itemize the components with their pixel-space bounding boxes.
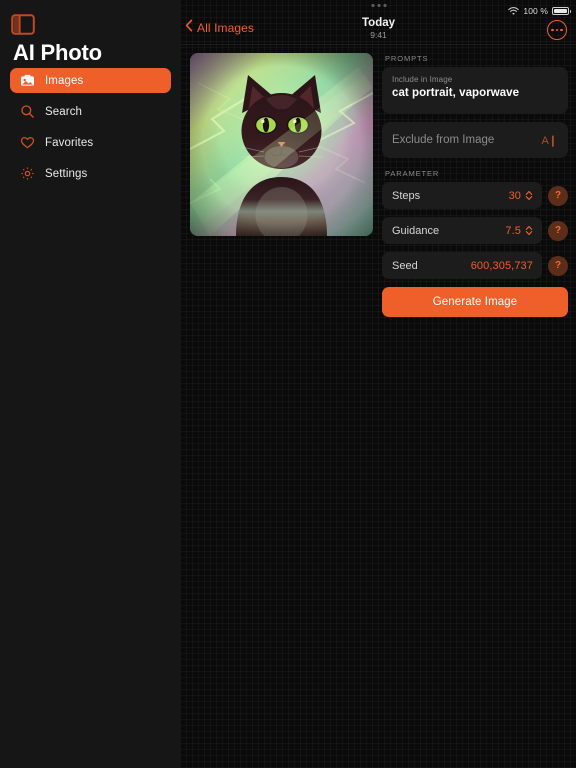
guidance-value: 7.5 [505,224,521,237]
nav-title: Today [361,17,396,29]
include-prompt-caption: Include in Image [392,75,453,84]
steps-value-group: 30 [509,190,533,202]
search-icon [19,104,35,120]
steps-label: Steps [392,189,421,202]
nav-subtitle: 9:41 [370,30,387,40]
back-to-all-images-button[interactable]: All Images [185,19,254,37]
sidebar-toggle-glyph [11,14,35,35]
parameter-section-label: PARAMETER [385,169,440,178]
prompts-section-label: PROMPTS [385,54,429,63]
seed-control[interactable]: Seed 600,305,737 [382,252,542,279]
nav-title-group: Today 9:41 [362,17,395,41]
steps-stepper-icon[interactable] [525,190,533,201]
back-button-label: All Images [197,21,255,35]
battery-icon [552,7,571,15]
guidance-stepper-icon[interactable] [525,225,533,236]
nav-bar: All Images Today 9:41 [181,16,576,44]
sidebar-nav: Images Search Favorites Settings [10,68,171,186]
preview-artwork [190,53,373,236]
inspector-panel: PROMPTS Include in Image cat portrait, v… [382,53,568,317]
sidebar-item-label: Images [45,74,84,87]
steps-control[interactable]: Steps 30 [382,182,542,209]
page-title: AI Photo [13,40,102,65]
seed-help-button[interactable]: ? [548,255,568,276]
generate-image-label: Generate Image [432,296,518,308]
exclude-prompt-placeholder: Exclude from Image [392,134,495,146]
sidebar: AI Photo Images Search Favorites Setting… [0,0,181,768]
content-area: PROMPTS Include in Image cat portrait, v… [181,45,576,317]
sidebar-item-label: Favorites [45,136,94,149]
include-prompt-value: cat portrait, vaporwave [392,87,520,99]
guidance-value-group: 7.5 [505,225,533,237]
exclude-prompt-field[interactable]: Exclude from Image A❙ [382,122,568,158]
sidebar-toggle-icon[interactable] [11,14,35,35]
main-content: 100 % All Images Today 9:41 PROMPTS Incl… [181,0,576,768]
seed-value: 600,305,737 [470,259,533,272]
status-bar: 100 % [181,0,576,16]
seed-label: Seed [392,259,418,272]
sidebar-item-label: Settings [45,167,88,180]
sidebar-item-label: Search [45,105,83,118]
guidance-label: Guidance [392,224,440,237]
sidebar-item-favorites[interactable]: Favorites [10,130,171,155]
parameter-row-steps: Steps 30 ? [382,182,568,209]
guidance-control[interactable]: Guidance 7.5 [382,217,542,244]
battery-percent-label: 100 % [523,6,548,16]
text-cursor-icon[interactable]: A❙ [541,134,557,147]
include-prompt-field[interactable]: Include in Image cat portrait, vaporwave [382,67,568,114]
app-root: AI Photo Images Search Favorites Setting… [0,0,576,768]
heart-icon [19,135,35,151]
parameter-row-seed: Seed 600,305,737 ? [382,252,568,279]
generate-image-button[interactable]: Generate Image [382,287,568,317]
more-ellipsis-icon[interactable] [547,20,567,40]
steps-value: 30 [508,189,521,202]
multitask-dots-icon[interactable] [371,4,386,7]
parameter-row-guidance: Guidance 7.5 ? [382,217,568,244]
sidebar-item-search[interactable]: Search [10,99,171,124]
chevron-left-icon [185,19,193,37]
guidance-help-button[interactable]: ? [548,220,568,241]
seed-value-group: 600,305,737 [471,260,533,272]
steps-help-button[interactable]: ? [548,185,568,206]
generated-image-preview[interactable] [190,53,373,236]
gear-icon [19,166,35,182]
photo-icon [19,73,35,89]
sidebar-item-images[interactable]: Images [10,68,171,93]
sidebar-item-settings[interactable]: Settings [10,161,171,186]
